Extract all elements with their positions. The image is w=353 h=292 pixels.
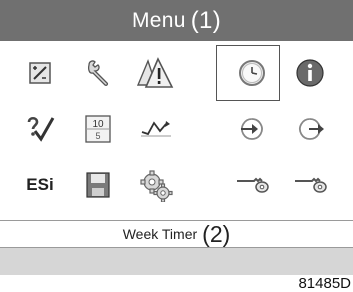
check-icon[interactable] bbox=[12, 105, 68, 153]
trend-icon[interactable] bbox=[128, 105, 184, 153]
status-line: Week Timer (2) bbox=[0, 221, 353, 247]
save-icon[interactable] bbox=[70, 161, 126, 209]
week-timer-icon[interactable] bbox=[216, 45, 280, 101]
edit-icon[interactable] bbox=[12, 49, 68, 97]
menu-icon-grid: 10 5 ESi bbox=[0, 41, 353, 218]
wrench-icon[interactable] bbox=[70, 49, 126, 97]
menu-callout: (1) bbox=[190, 6, 221, 34]
status-callout: (2) bbox=[202, 220, 231, 247]
esi-icon[interactable]: ESi bbox=[12, 161, 68, 209]
status-label: Week Timer bbox=[122, 226, 198, 242]
menu-title: Menu bbox=[132, 8, 186, 32]
clock-icon bbox=[239, 60, 265, 86]
counter-bottom-digit: 5 bbox=[95, 131, 100, 141]
counter-icon[interactable]: 10 5 bbox=[70, 105, 126, 153]
menu-header: Menu (1) bbox=[0, 0, 353, 41]
key-icon[interactable] bbox=[224, 161, 280, 209]
warning-icon[interactable] bbox=[128, 49, 184, 97]
counter-top-digits: 10 bbox=[92, 119, 104, 130]
figure-reference: 81485D bbox=[298, 275, 351, 292]
key-user-icon[interactable] bbox=[282, 161, 338, 209]
input-arrow-icon[interactable] bbox=[224, 105, 280, 153]
output-arrow-icon[interactable] bbox=[282, 105, 338, 153]
footer-bar bbox=[0, 248, 353, 275]
info-icon[interactable] bbox=[282, 49, 338, 97]
esi-label: ESi bbox=[26, 175, 54, 194]
settings-icon[interactable] bbox=[128, 161, 184, 209]
